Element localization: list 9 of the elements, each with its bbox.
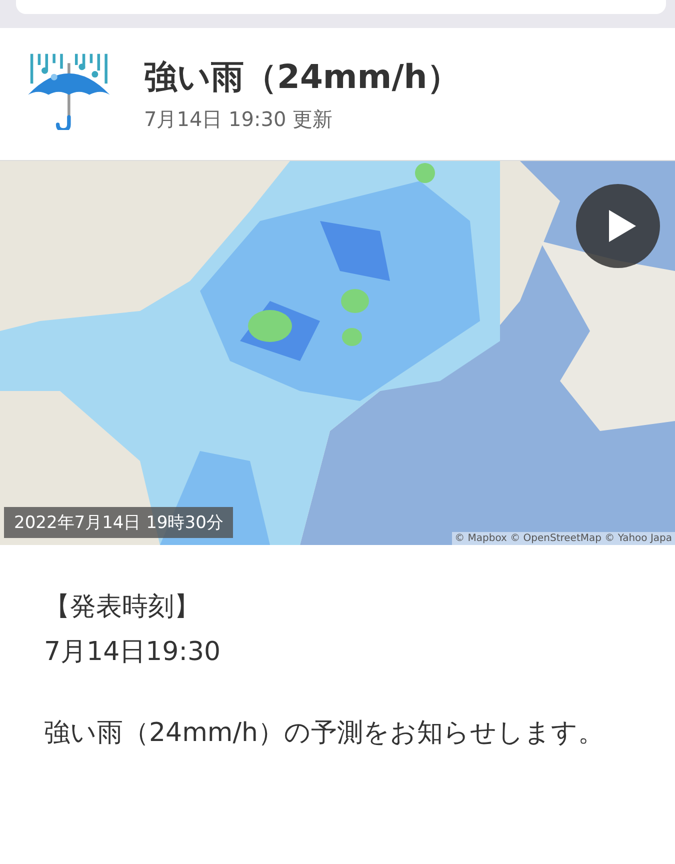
announcement-time: 7月14日19:30 (44, 636, 222, 669)
alert-title: 強い雨（24mm/h） (144, 56, 460, 98)
map-timestamp: 2022年7月14日 19時30分 (4, 507, 234, 538)
announcement-message: 強い雨（24mm/h）の予測をお知らせします。 (44, 717, 605, 750)
announcement-heading: 【発表時刻】 (44, 591, 201, 624)
play-icon (607, 209, 637, 243)
umbrella-rain-icon (26, 52, 110, 130)
update-time: 7月14日 19:30 更新 (144, 106, 334, 133)
map-attribution: © Mapbox © OpenStreetMap © Yahoo Japa (452, 532, 675, 545)
